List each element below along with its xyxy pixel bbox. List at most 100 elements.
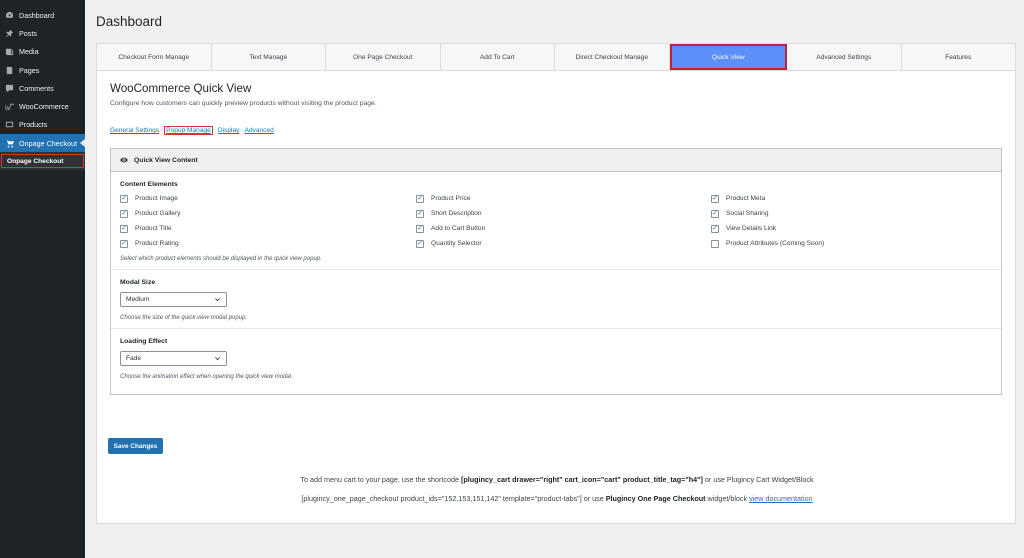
comment-icon — [5, 84, 14, 93]
option-short-description: ✓ Short Description — [416, 209, 711, 218]
checkbox[interactable]: ✓ — [416, 224, 424, 233]
checkbox-label: Product Price — [431, 195, 471, 202]
page-title: Dashboard — [96, 14, 163, 29]
option-add-to-cart-button: ✓ Add to Cart Button — [416, 224, 711, 233]
shortcode-info-line-1: To add menu cart to your page, use the s… — [97, 475, 1017, 484]
tab-features[interactable]: Features — [902, 44, 1016, 70]
content-elements-section: Content Elements ✓ Product Image ✓ Product… — [111, 172, 1001, 270]
option-product-meta: ✓ Product Meta — [711, 194, 1006, 203]
tab-checkout-form-manage[interactable]: Checkout Form Manage — [97, 44, 212, 70]
content-elements-label: Content Elements — [120, 181, 178, 188]
widget-name: Plugincy One Page Checkout — [605, 494, 706, 503]
option-product-title: ✓ Product Title — [120, 224, 416, 233]
option-view-details-link: ✓ View Details Link — [711, 224, 1006, 233]
checkbox[interactable]: ✓ — [120, 209, 128, 218]
checkbox[interactable]: ✓ — [120, 224, 128, 233]
sidebar-item-label: WooCommerce — [19, 102, 69, 112]
box-header: Quick View Content — [111, 149, 1001, 172]
sidebar-item-label: Pages — [19, 65, 40, 75]
cart-icon — [5, 139, 14, 148]
tab-text-manage[interactable]: Text Manage — [212, 44, 326, 70]
option-product-rating: ✓ Product Rating — [120, 239, 416, 248]
checkbox-label: View Details Link — [726, 225, 777, 232]
tab-quick-view[interactable]: Quick View — [669, 44, 787, 70]
checkbox[interactable]: ✓ — [120, 194, 128, 203]
subnav-display[interactable]: Display — [218, 127, 240, 134]
checkbox-label: Product Title — [135, 225, 172, 232]
checkbox[interactable]: ✓ — [711, 224, 719, 233]
pin-icon — [5, 29, 14, 38]
eye-icon — [120, 157, 128, 163]
option-quantity-selector: ✓ Quantity Selector — [416, 239, 711, 248]
checkbox-label: Quantity Selector — [431, 240, 482, 247]
option-product-price: ✓ Product Price — [416, 194, 711, 203]
view-documentation-link[interactable]: view documentation — [749, 494, 813, 503]
subnav-advanced[interactable]: Advanced — [244, 127, 273, 134]
sidebar-item-label: Media — [19, 47, 39, 57]
sidebar-item-label: Onpage Checkout — [19, 138, 77, 148]
tab-advanced-settings[interactable]: Advanced Settings — [787, 44, 902, 70]
checkbox-label: Product Attributes (Coming Soon) — [726, 240, 825, 247]
quick-view-content-box: Quick View Content Content Elements ✓ Pro… — [110, 148, 1002, 395]
tab-bar: Checkout Form Manage Text Manage One Pag… — [97, 44, 1015, 71]
option-product-image: ✓ Product Image — [120, 194, 416, 203]
box-title: Quick View Content — [134, 156, 198, 164]
sidebar-item-media[interactable]: Media — [0, 43, 85, 61]
sub-navigation: General Settings Popup Manage Display Ad… — [110, 126, 1003, 135]
modal-size-label: Modal Size — [120, 279, 156, 286]
sidebar-item-pages[interactable]: Pages — [0, 61, 85, 79]
info-text: [plugincy_one_page_checkout product_ids=… — [301, 494, 606, 503]
sidebar-item-label: Products — [19, 120, 48, 130]
option-product-gallery: ✓ Product Gallery — [120, 209, 416, 218]
sidebar-item-woocommerce[interactable]: WooCommerce — [0, 97, 85, 115]
loading-effect-help: Choose the animation effect when opening… — [120, 374, 293, 380]
checkbox-label: Social Sharing — [726, 210, 769, 217]
dashboard-icon — [5, 11, 14, 20]
tab-add-to-cart[interactable]: Add To Cart — [441, 44, 555, 70]
cart-shortcode: [plugincy_cart drawer="right" cart_icon=… — [461, 475, 703, 484]
section-description: Configure how customers can quickly prev… — [110, 100, 377, 107]
modal-size-help: Choose the size of the quick view modal … — [120, 315, 248, 321]
loading-effect-select[interactable]: Fade — [120, 351, 227, 366]
tab-one-page-checkout[interactable]: One Page Checkout — [326, 44, 441, 70]
loading-effect-label: Loading Effect — [120, 338, 168, 345]
sidebar-submenu: Onpage Checkout — [0, 152, 85, 171]
info-text: To add menu cart to your page, use the s… — [300, 475, 462, 484]
sidebar-item-label: Dashboard — [19, 10, 55, 20]
subnav-popup-manage[interactable]: Popup Manage — [164, 126, 213, 135]
media-icon — [5, 47, 14, 56]
section-heading: WooCommerce Quick View — [110, 82, 252, 95]
pages-icon — [5, 66, 14, 75]
content-elements-grid: ✓ Product Image ✓ Product Price ✓ Product M… — [120, 194, 992, 248]
sidebar-item-dashboard[interactable]: Dashboard — [0, 6, 85, 24]
save-changes-button[interactable]: Save Changes — [108, 438, 163, 454]
checkbox[interactable]: ✓ — [711, 194, 719, 203]
checkbox-label: Product Rating — [135, 240, 179, 247]
subnav-general-settings[interactable]: General Settings — [110, 127, 159, 134]
checkbox[interactable]: ✓ — [416, 209, 424, 218]
tab-direct-checkout-manage[interactable]: Direct Checkout Manage — [555, 44, 670, 70]
shortcode-info-line-2: [plugincy_one_page_checkout product_ids=… — [97, 494, 1017, 503]
tab-content: WooCommerce Quick View Configure how cus… — [110, 82, 1003, 395]
checkbox[interactable]: ✓ — [416, 239, 424, 248]
submenu-item-onpage-checkout[interactable]: Onpage Checkout — [1, 154, 84, 169]
content-elements-help: Select which product elements should be … — [120, 256, 322, 262]
checkbox-label: Product Meta — [726, 195, 766, 202]
modal-size-section: Modal Size Medium Choose the size of the… — [111, 270, 1001, 329]
admin-sidebar: Dashboard Posts Media Pages Comments Woo… — [0, 0, 85, 558]
checkbox[interactable]: ✓ — [120, 239, 128, 248]
checkbox[interactable] — [711, 239, 719, 248]
sidebar-item-posts[interactable]: Posts — [0, 24, 85, 42]
checkbox-label: Product Image — [135, 195, 178, 202]
modal-size-select[interactable]: Medium — [120, 292, 227, 307]
checkbox[interactable]: ✓ — [711, 209, 719, 218]
woo-icon — [5, 102, 14, 111]
checkbox[interactable]: ✓ — [416, 194, 424, 203]
sidebar-item-products[interactable]: Products — [0, 116, 85, 134]
option-social-sharing: ✓ Social Sharing — [711, 209, 1006, 218]
info-text: widget/block — [705, 494, 750, 503]
chevron-down-icon — [215, 357, 220, 361]
sidebar-item-comments[interactable]: Comments — [0, 79, 85, 97]
chevron-down-icon — [215, 298, 220, 302]
sidebar-item-onpage-checkout[interactable]: Onpage Checkout — [0, 134, 85, 153]
